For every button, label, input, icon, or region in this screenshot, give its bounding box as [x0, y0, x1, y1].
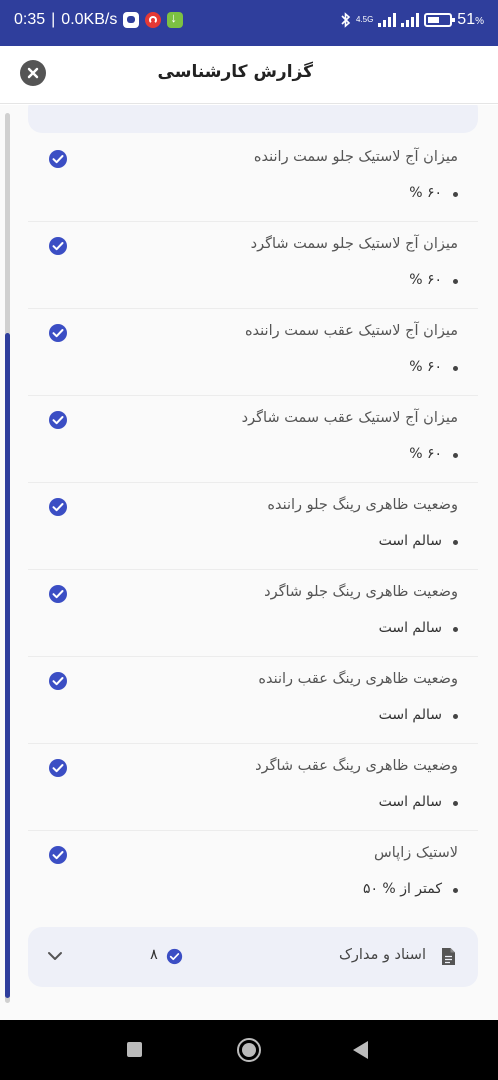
check-circle-icon	[49, 672, 67, 690]
list-item: وضعیت ظاهری رینگ جلو راننده سالم است	[28, 483, 478, 570]
check-circle-icon	[49, 759, 67, 777]
bullet	[453, 540, 458, 545]
status-bar: 0:35 | 0.0KB/s 4.5G 51%	[0, 0, 498, 46]
battery-level: 51%	[457, 11, 484, 28]
documents-label: اسناد و مدارک	[338, 947, 426, 963]
back-button[interactable]	[353, 1041, 368, 1059]
chevron-down-icon[interactable]	[46, 947, 64, 965]
page-title: گزارش کارشناسی	[157, 62, 313, 82]
check-circle-icon	[49, 846, 67, 864]
item-title: میزان آج لاستیک عقب سمت راننده	[244, 323, 458, 339]
item-title: میزان آج لاستیک جلو سمت راننده	[253, 149, 458, 165]
documents-section[interactable]: اسناد و مدارک ۸	[28, 927, 478, 987]
recents-button[interactable]	[127, 1042, 142, 1057]
status-left: 0:35 | 0.0KB/s	[14, 10, 184, 29]
message-icon	[123, 12, 140, 28]
close-button[interactable]	[20, 60, 46, 86]
item-value: کمتر از % ۵۰	[362, 881, 442, 897]
check-circle-icon	[166, 948, 183, 965]
bluetooth-icon	[341, 12, 351, 28]
bullet	[453, 627, 458, 632]
list-item: لاستیک زاپاس کمتر از % ۵۰	[28, 831, 478, 918]
item-title: وضعیت ظاهری رینگ عقب شاگرد	[255, 758, 458, 774]
item-value: سالم است	[378, 620, 442, 636]
list-item: وضعیت ظاهری رینگ جلو شاگرد سالم است	[28, 570, 478, 657]
report-content[interactable]: میزان آج لاستیک جلو سمت راننده ۶۰ % میزا…	[0, 105, 498, 1020]
status-time: 0:35	[14, 11, 46, 28]
signal-icon-2	[401, 13, 420, 27]
document-icon	[442, 948, 455, 965]
item-title: وضعیت ظاهری رینگ جلو راننده	[267, 497, 458, 513]
item-title: وضعیت ظاهری رینگ جلو شاگرد	[264, 584, 458, 600]
item-title: میزان آج لاستیک جلو سمت شاگرد	[250, 236, 458, 252]
item-value: ۶۰ %	[409, 359, 442, 375]
list-item: وضعیت ظاهری رینگ عقب شاگرد سالم است	[28, 744, 478, 831]
item-value: ۶۰ %	[409, 185, 442, 201]
item-title: وضعیت ظاهری رینگ عقب راننده	[258, 671, 458, 687]
bullet	[453, 888, 458, 893]
battery-icon	[424, 13, 456, 27]
check-circle-icon	[49, 324, 67, 342]
home-button[interactable]	[237, 1038, 261, 1062]
check-circle-icon	[49, 411, 67, 429]
check-circle-icon	[49, 498, 67, 516]
check-circle-icon	[49, 585, 67, 603]
status-speed: 0.0KB/s	[61, 11, 118, 28]
list-item: میزان آج لاستیک جلو سمت راننده ۶۰ %	[28, 135, 478, 222]
item-title: لاستیک زاپاس	[374, 845, 458, 861]
bullet	[453, 366, 458, 371]
list-item: وضعیت ظاهری رینگ عقب راننده سالم است	[28, 657, 478, 744]
scrollbar-thumb[interactable]	[5, 333, 10, 998]
item-value: سالم است	[378, 794, 442, 810]
bullet	[453, 192, 458, 197]
list-item: میزان آج لاستیک عقب سمت شاگرد ۶۰ %	[28, 396, 478, 483]
item-title: میزان آج لاستیک عقب سمت شاگرد	[241, 410, 458, 426]
recorder-icon	[145, 12, 162, 28]
bullet	[453, 801, 458, 806]
download-icon	[167, 10, 184, 28]
list-item: میزان آج لاستیک عقب سمت راننده ۶۰ %	[28, 309, 478, 396]
signal-icon	[378, 13, 397, 27]
bullet	[453, 279, 458, 284]
app-header: گزارش کارشناسی	[0, 46, 498, 104]
bullet	[453, 453, 458, 458]
list-item: میزان آج لاستیک جلو سمت شاگرد ۶۰ %	[28, 222, 478, 309]
system-nav-bar	[0, 1020, 498, 1080]
documents-count: ۸	[150, 947, 158, 963]
item-value: ۶۰ %	[409, 272, 442, 288]
bullet	[453, 714, 458, 719]
item-value: سالم است	[378, 707, 442, 723]
check-circle-icon	[49, 150, 67, 168]
network-type: 4.5G	[355, 15, 374, 24]
previous-section-card[interactable]	[28, 105, 478, 133]
item-value: ۶۰ %	[409, 446, 442, 462]
item-value: سالم است	[378, 533, 442, 549]
status-right: 4.5G 51%	[341, 11, 484, 29]
check-circle-icon	[49, 237, 67, 255]
close-icon	[27, 67, 39, 79]
